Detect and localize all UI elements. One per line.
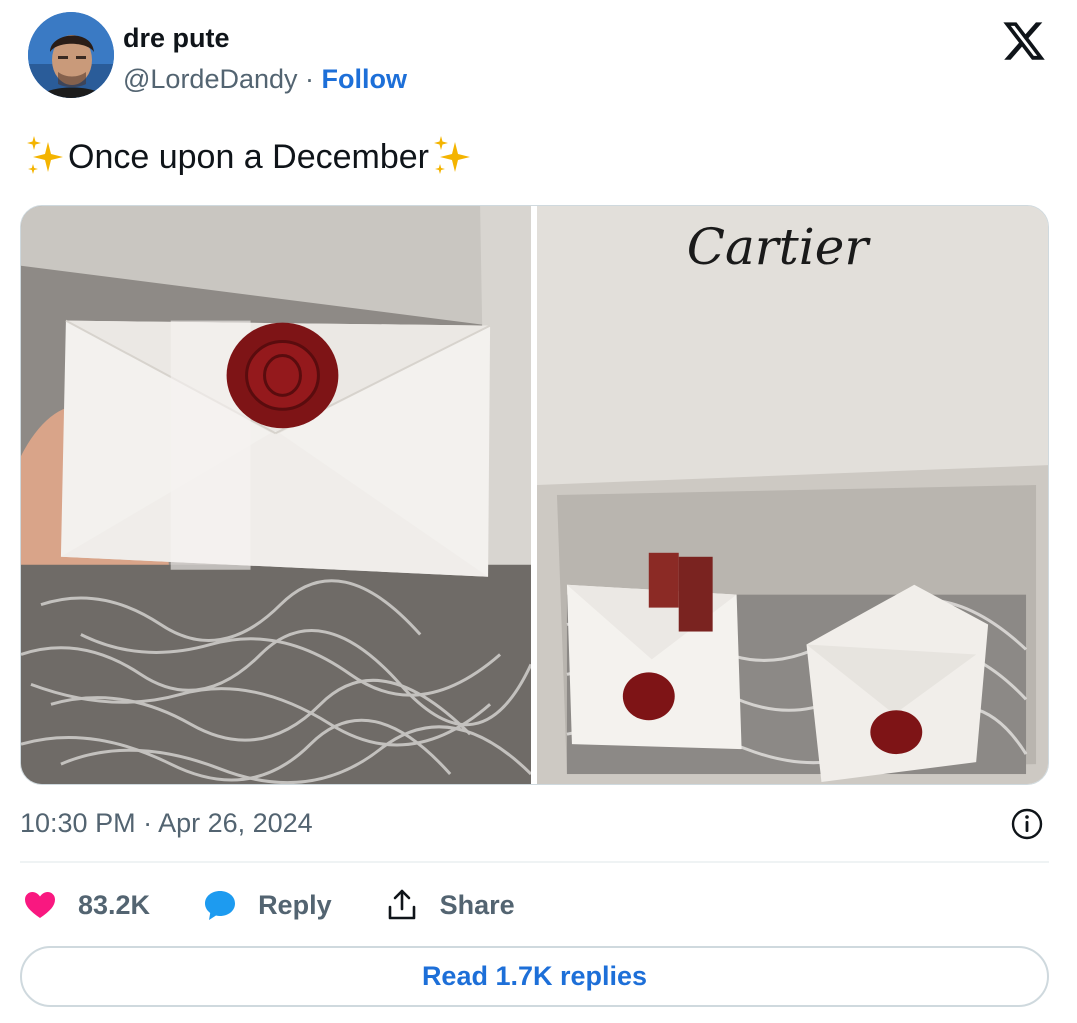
reply-button[interactable]: Reply	[202, 887, 332, 923]
speech-bubble-icon	[205, 891, 236, 920]
avatar[interactable]	[28, 12, 114, 98]
wax-sealed-package-image	[21, 206, 531, 784]
author-names: dre pute @LordeDandy · Follow	[123, 22, 407, 98]
like-button[interactable]: 83.2K	[22, 887, 150, 923]
share-upload-icon	[388, 889, 415, 920]
tweet-body: Once upon a December	[68, 138, 429, 176]
x-logo-icon[interactable]	[1001, 18, 1047, 64]
display-name[interactable]: dre pute	[123, 22, 407, 54]
separator-dot: ·	[305, 64, 315, 94]
share-button[interactable]: Share	[384, 887, 515, 923]
tweet-header: dre pute @LordeDandy · Follow	[20, 12, 1057, 108]
tweet-timestamp[interactable]: 10:30 PM · Apr 26, 2024	[20, 803, 313, 843]
like-count: 83.2K	[78, 889, 151, 920]
handle[interactable]: @LordeDandy	[123, 64, 298, 94]
heart-icon	[25, 892, 55, 918]
sparkles-icon	[433, 136, 470, 174]
tweet-text: Once upon a December	[22, 133, 475, 181]
photo-cartier-box[interactable]: Cartier	[537, 206, 1048, 784]
cartier-box-image	[537, 206, 1048, 784]
divider	[20, 861, 1049, 863]
sparkles-icon	[27, 136, 63, 174]
read-replies-button[interactable]: Read 1.7K replies	[20, 946, 1049, 1007]
handle-line: @LordeDandy · Follow	[123, 60, 407, 98]
reply-label: Reply	[258, 889, 332, 920]
photo-wax-sealed-package[interactable]	[21, 206, 531, 784]
follow-button[interactable]: Follow	[322, 64, 407, 94]
share-label: Share	[439, 889, 515, 920]
info-icon[interactable]	[1010, 807, 1044, 841]
media-grid: Cartier	[20, 205, 1049, 785]
cartier-logo: Cartier	[686, 218, 869, 276]
avatar-portrait-icon	[28, 12, 114, 98]
action-bar: 83.2K Reply Share	[22, 880, 567, 930]
